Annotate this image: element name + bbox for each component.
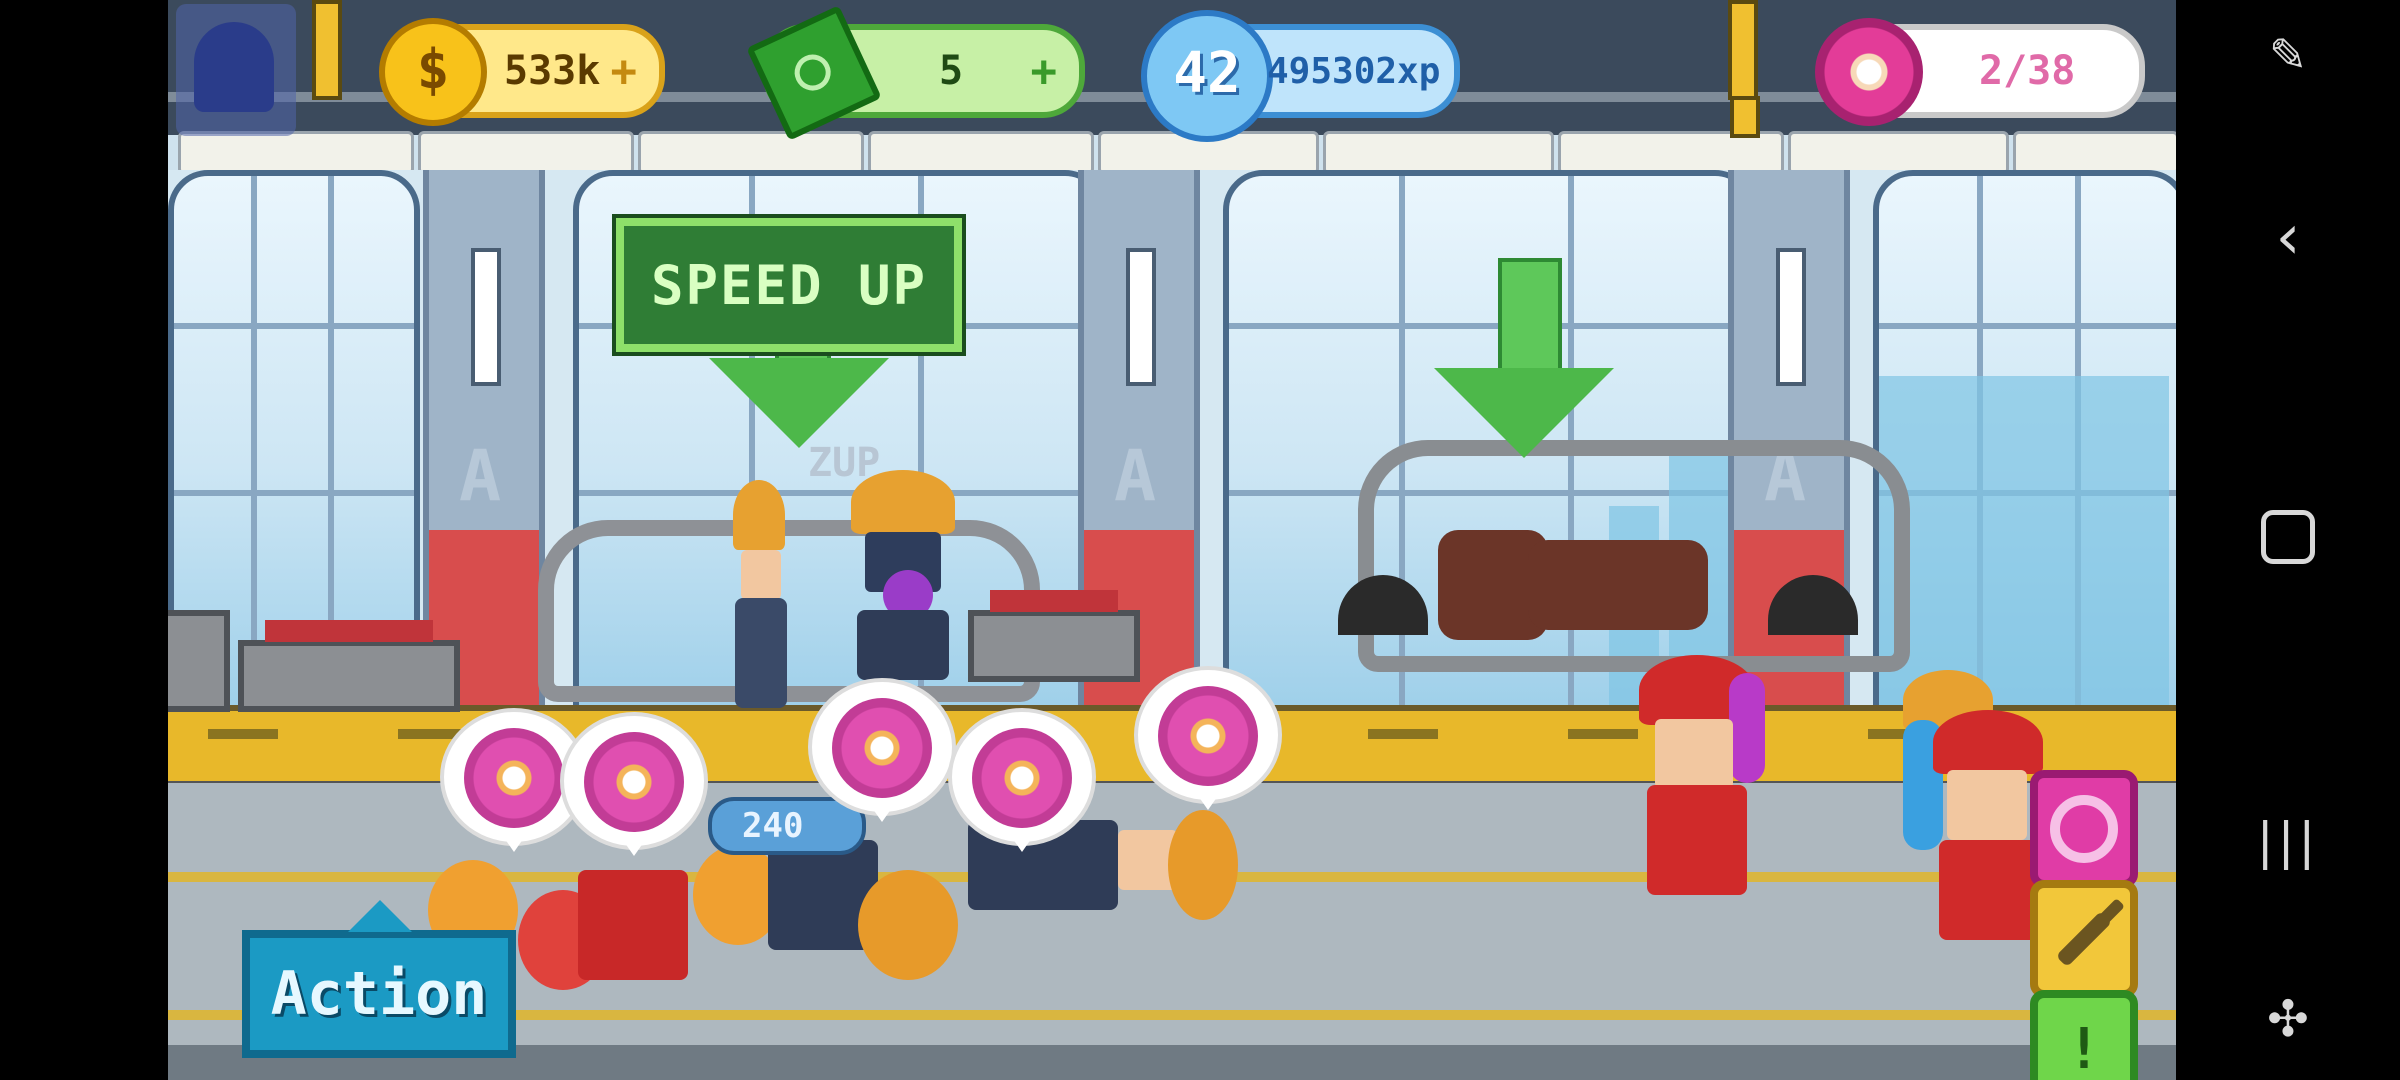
donut-bubble[interactable]: [948, 708, 1096, 852]
wrench-icon: [2055, 910, 2113, 968]
cash-counter[interactable]: 5 +: [746, 5, 1085, 141]
donut-counter[interactable]: 2/38: [1815, 18, 2145, 126]
worker-hair: [1729, 673, 1765, 783]
coins-value: 533k: [504, 48, 601, 94]
ceiling-light: [1788, 131, 2009, 175]
donut-count-value: 2/38: [1979, 48, 2076, 94]
conveyor-stripe: [1568, 729, 1638, 739]
worker-face: [1947, 770, 2027, 840]
engine-cover: [265, 620, 433, 642]
donut-bubble[interactable]: [560, 712, 708, 856]
city-skyline: [1879, 376, 2169, 706]
avatar-silhouette-icon: [194, 22, 274, 112]
android-navigation-bar: ✎ ‹ ||| ✣: [2176, 0, 2400, 1080]
level-xp-counter[interactable]: 42 495302xp: [1141, 10, 1460, 142]
home-square: [2261, 510, 2315, 564]
factory-window: [1873, 170, 2176, 712]
engine-part: [968, 590, 1140, 682]
worker-body: [1939, 840, 2039, 940]
worker-helmet: [733, 480, 785, 550]
donut-icon: [584, 732, 684, 832]
pillar-lamp: [471, 248, 501, 386]
engine-part[interactable]: [168, 610, 230, 712]
ceiling-light: [418, 131, 634, 175]
car-seat: [1528, 540, 1708, 630]
arrow-shaft: [1498, 258, 1562, 376]
cash-value: 5: [939, 48, 964, 94]
recents-icon[interactable]: |||: [2176, 812, 2400, 870]
level-value: 42: [1173, 41, 1241, 106]
ceiling-light: [178, 131, 414, 175]
engine-part[interactable]: [238, 620, 460, 712]
donut-ring-icon: [2050, 795, 2118, 863]
pillar-mark: A: [1114, 435, 1157, 517]
pillar-mark: A: [459, 435, 502, 517]
worker-helmet: [1168, 810, 1238, 920]
hud-bracket: [1728, 0, 1758, 100]
alert-button[interactable]: !: [2030, 990, 2138, 1080]
add-coins-button[interactable]: +: [611, 46, 638, 97]
level-badge-icon: 42: [1141, 10, 1273, 142]
tools-button[interactable]: [2030, 880, 2138, 998]
engine-cover: [990, 590, 1118, 612]
pillar-lamp: [1776, 248, 1806, 386]
donut-icon: [1815, 18, 1923, 126]
conveyor-stripe: [208, 729, 278, 739]
worker-face: [1655, 719, 1733, 789]
ceiling-light: [2013, 131, 2176, 175]
speed-up-button[interactable]: SPEED UP: [616, 218, 962, 352]
exclamation-icon: !: [2067, 1016, 2101, 1080]
worker-standing[interactable]: [843, 470, 963, 680]
donut-bubble[interactable]: [808, 678, 956, 822]
add-cash-button[interactable]: +: [1031, 46, 1058, 97]
xp-value: 495302xp: [1267, 50, 1441, 92]
worker-body: [1647, 785, 1747, 895]
arrow-head: [1434, 368, 1614, 458]
ceiling-light: [868, 131, 1094, 175]
donut-icon: [832, 698, 932, 798]
home-icon[interactable]: [2176, 510, 2400, 568]
worker-face: [741, 550, 781, 600]
donut-shop-button[interactable]: [2030, 770, 2138, 888]
ceiling-light: [1323, 131, 1554, 175]
coin-icon: $: [379, 18, 487, 126]
donut-icon: [1158, 686, 1258, 786]
donut-icon: [464, 728, 564, 828]
worker-body: [578, 870, 688, 980]
hud-bracket: [312, 0, 342, 100]
worker-body: [857, 610, 949, 680]
action-button[interactable]: Action: [242, 900, 516, 1058]
worker-body: [735, 598, 787, 708]
profile-avatar-button[interactable]: [176, 4, 296, 136]
arrow-head: [709, 358, 889, 448]
ceiling-light: [638, 131, 864, 175]
worker-helmet: [858, 870, 958, 980]
back-icon[interactable]: ‹: [2176, 200, 2400, 273]
coins-counter[interactable]: $ 533k +: [379, 18, 665, 126]
worker-helmet: [851, 470, 955, 534]
conveyor-stripe: [1368, 729, 1438, 739]
worker-standing[interactable]: [723, 480, 803, 720]
hud-bracket: [1730, 96, 1760, 138]
game-viewport[interactable]: A A A SPEED UP ZUP 240 ! Action $ 533k +…: [168, 0, 2176, 1080]
screen-pen-icon[interactable]: ✎: [2176, 28, 2400, 82]
pillar-lamp: [1126, 248, 1156, 386]
donut-bubble[interactable]: [1134, 666, 1282, 810]
worker-helmet: [1933, 710, 2043, 774]
game-tools-icon[interactable]: ✣: [2176, 990, 2400, 1048]
donut-icon: [972, 728, 1072, 828]
worker-walking[interactable]: [1633, 655, 1765, 905]
